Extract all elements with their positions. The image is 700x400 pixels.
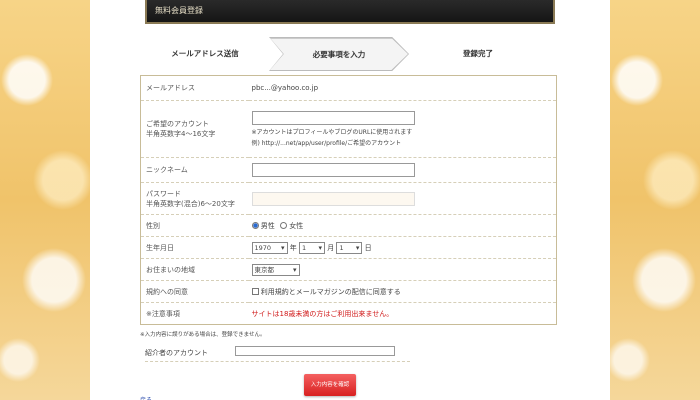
birth-year-select[interactable]: 1970	[251, 241, 288, 254]
account-cell: ※アカウントはプロフィールやブログのURLに使用されます 例) http://.…	[248, 100, 557, 158]
form-row-email: メールアドレス pbc...@yahoo.co.jp	[140, 75, 557, 101]
account-example: 例) http://...net/app/user/profile/ご希望のアカ…	[251, 140, 402, 147]
nickname-cell	[248, 157, 557, 183]
notice-label: ※注意事項	[146, 309, 180, 318]
form-row-area: お住まいの地域 東京都	[140, 258, 557, 281]
birth-day-unit: 日	[364, 243, 372, 252]
terms-label: 規約への同意	[140, 280, 249, 303]
radio-female[interactable]	[279, 222, 287, 229]
birth-label: 生年月日	[140, 236, 249, 259]
form-footnote: ※入力内容に誤りがある場合は、登録できません。	[140, 332, 266, 338]
form-row-notice: ※注意事項 サイトは18歳未満の方はご利用出来ません。	[141, 303, 557, 325]
email-value: pbc...@yahoo.co.jp	[248, 75, 557, 101]
notice-text: サイトは18歳未満の方はご利用出来ません。	[251, 309, 394, 318]
form-row-account: ご希望のアカウント 半角英数字4〜16文字 ※アカウントはプロフィールやブログの…	[140, 100, 557, 158]
registration-steps: メールアドレス送信 必要事項を入力 登録完了	[140, 37, 560, 71]
password-label-main: パスワード	[146, 189, 181, 198]
sex-label: 性別	[140, 214, 249, 237]
back-link[interactable]: 戻る	[140, 395, 152, 400]
radio-male-label: 男性	[260, 221, 275, 230]
area-cell: 東京都	[248, 258, 557, 281]
sex-cell: 男性 女性	[248, 214, 557, 237]
password-cell	[248, 182, 557, 215]
referrer-label: 紹介者のアカウント	[145, 349, 208, 357]
referrer-row: 紹介者のアカウント	[145, 344, 410, 362]
account-note: ※アカウントはプロフィールやブログのURLに使用されます	[251, 129, 413, 136]
form-row-birthdate: 生年月日 1970 年 1 月 1 日	[140, 236, 557, 259]
nickname-input[interactable]	[251, 163, 415, 177]
confirm-button[interactable]: 入力内容を確認	[304, 374, 356, 396]
birth-day-select[interactable]: 1	[336, 241, 363, 254]
account-input[interactable]	[251, 111, 415, 125]
password-input[interactable]	[251, 191, 415, 206]
account-label-hint: 半角英数字4〜16文字	[146, 130, 216, 138]
nickname-label: ニックネーム	[140, 157, 249, 183]
terms-cell: 利用規約とメールマガジンの配信に同意する	[248, 280, 557, 303]
step-enter-details: 必要事項を入力	[270, 38, 408, 70]
terms-text: 利用規約とメールマガジンの配信に同意する	[260, 287, 401, 296]
page-title: 無料会員登録	[155, 6, 203, 15]
birth-year-unit: 年	[289, 243, 297, 252]
birth-month-unit: 月	[327, 243, 335, 252]
birth-cell: 1970 年 1 月 1 日	[248, 236, 557, 259]
background-left-decoration	[0, 0, 90, 400]
account-label-main: ご希望のアカウント	[146, 120, 209, 128]
form-row-password: パスワード 半角英数字(混合)6〜20文字	[140, 182, 557, 215]
radio-female-label: 女性	[289, 221, 304, 230]
referrer-input[interactable]	[235, 346, 395, 356]
registration-form: メールアドレス pbc...@yahoo.co.jp ご希望のアカウント 半角英…	[140, 75, 557, 325]
radio-male[interactable]	[251, 222, 259, 229]
email-label: メールアドレス	[140, 75, 249, 101]
account-label: ご希望のアカウント 半角英数字4〜16文字	[140, 100, 249, 158]
form-row-sex: 性別 男性 女性	[140, 214, 557, 237]
password-label-hint: 半角英数字(混合)6〜20文字	[146, 199, 235, 208]
step-email-sent: メールアドレス送信	[171, 49, 239, 58]
terms-checkbox[interactable]	[251, 288, 259, 295]
step-complete: 登録完了	[463, 49, 493, 58]
area-select[interactable]: 東京都	[251, 263, 300, 276]
page-header: 無料会員登録	[145, 0, 555, 24]
form-row-terms: 規約への同意 利用規約とメールマガジンの配信に同意する	[140, 280, 557, 303]
birth-month-select[interactable]: 1	[298, 241, 325, 254]
form-row-nickname: ニックネーム	[140, 157, 557, 183]
password-label: パスワード 半角英数字(混合)6〜20文字	[140, 182, 249, 215]
background-right-decoration	[610, 0, 700, 400]
main-page: 無料会員登録 メールアドレス送信 必要事項を入力 登録完了 メールアドレス pb…	[90, 0, 610, 400]
area-label: お住まいの地域	[140, 258, 249, 281]
